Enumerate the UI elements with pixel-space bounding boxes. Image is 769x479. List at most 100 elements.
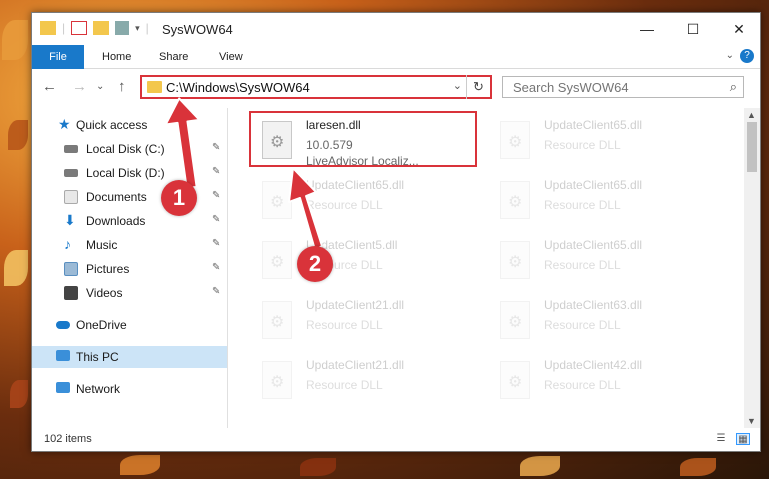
sidebar-item-downloads[interactable]: ⬇ Downloads ✎ [32,210,227,232]
folder-icon[interactable] [40,21,56,35]
downloads-icon: ⬇ [64,212,76,228]
file-version: 10.0.579 [306,138,353,152]
sidebar-item-quick-access[interactable]: ★ Quick access [32,114,227,136]
tab-share[interactable]: Share [149,45,198,69]
sidebar-item-label: Local Disk (C:) [86,142,165,156]
file-name: UpdateClient65.dll [544,178,643,192]
title-bar: | ▾ | SysWOW64 — ☐ ✕ [32,13,760,45]
file-item-laresen-dll[interactable]: laresen.dll 10.0.579 LiveAdvisor Localiz… [254,113,474,171]
pin-icon[interactable]: ✎ [212,142,220,153]
dll-file-icon [262,301,292,339]
file-name: UpdateClient42.dll [544,358,643,372]
dll-file-icon [262,361,292,399]
file-name: laresen.dll [306,118,361,132]
file-item[interactable]: UpdateClient65.dll Resource DLL [254,173,474,231]
details-view-button[interactable]: ☰ [714,433,728,445]
close-button[interactable]: ✕ [716,13,762,45]
forward-button[interactable]: → [72,78,87,95]
search-box[interactable]: ⌕ [502,76,744,98]
sidebar-item-local-disk-c[interactable]: Local Disk (C:) ✎ [32,138,227,160]
scroll-up-icon[interactable]: ▲ [747,110,756,120]
sidebar-item-pictures[interactable]: Pictures ✎ [32,258,227,280]
properties-icon[interactable] [71,21,88,35]
status-bar: 102 items ☰ ▦ [32,429,760,451]
file-name: UpdateClient65.dll [306,178,405,192]
file-item[interactable]: UpdateClient65.dll Resource DLL [492,233,712,291]
sidebar-item-this-pc[interactable]: This PC [32,346,227,368]
recent-locations-button[interactable]: ⌄ [96,81,104,92]
scrollbar-thumb[interactable] [747,122,757,172]
tab-home[interactable]: Home [92,45,141,69]
dll-file-icon [500,241,530,279]
pin-icon[interactable]: ✎ [212,214,220,225]
file-name: UpdateClient65.dll [544,118,643,132]
large-icons-view-button[interactable]: ▦ [736,433,750,445]
pin-icon[interactable]: ✎ [212,238,220,249]
chevron-down-icon[interactable]: ⌄ [453,79,462,92]
sidebar-item-label: Network [76,382,121,396]
file-item[interactable]: UpdateClient21.dll Resource DLL [254,293,474,351]
scroll-down-icon[interactable]: ▼ [747,416,756,426]
dll-file-icon [500,121,530,159]
search-input[interactable] [503,77,713,97]
pin-icon[interactable]: ✎ [212,166,220,177]
tab-view[interactable]: View [209,45,253,69]
dll-file-icon [262,241,292,279]
file-type: Resource DLL [544,258,621,272]
file-item[interactable]: UpdateClient65.dll Resource DLL [492,113,712,171]
navigation-bar: ← → ⌄ ↑ C:\Windows\SysWOW64 ⌄ ↻ ⌕ [32,70,760,104]
file-item[interactable]: UpdateClient63.dll Resource DLL [492,293,712,351]
sidebar-item-label: Videos [86,286,123,300]
pin-icon[interactable]: ✎ [212,286,220,297]
file-item[interactable]: UpdateClient65.dll Resource DLL [492,173,712,231]
sidebar-item-network[interactable]: Network [32,378,227,400]
sidebar-item-label: OneDrive [76,318,127,332]
address-path[interactable]: C:\Windows\SysWOW64 [166,80,310,95]
step-1-badge: 1 [161,180,197,216]
file-item[interactable]: UpdateClient5.dll Resource DLL [254,233,474,291]
pane-divider[interactable] [227,108,228,428]
address-bar[interactable]: C:\Windows\SysWOW64 ⌄ ↻ [140,75,492,99]
sidebar-item-music[interactable]: ♪ Music ✎ [32,234,227,256]
music-icon: ♪ [64,236,71,252]
navigation-pane: ★ Quick access Local Disk (C:) ✎ Local D… [32,108,227,428]
star-icon: ★ [58,116,71,132]
refresh-button[interactable]: ↻ [466,75,490,99]
sidebar-item-label: Local Disk (D:) [86,166,165,180]
sidebar-item-label: Pictures [86,262,130,276]
file-type: Resource DLL [306,378,383,392]
window-title: SysWOW64 [162,22,233,37]
file-item[interactable]: UpdateClient42.dll Resource DLL [492,353,712,411]
new-folder-icon[interactable] [93,21,110,35]
maximize-button[interactable]: ☐ [670,13,716,45]
file-type: Resource DLL [544,318,621,332]
minimize-button[interactable]: — [624,13,670,45]
documents-icon [64,190,78,204]
sidebar-item-label: Downloads [86,214,146,228]
file-name: UpdateClient21.dll [306,358,405,372]
videos-icon [64,286,78,300]
pin-icon[interactable]: ✎ [212,190,220,201]
file-item[interactable]: UpdateClient21.dll Resource DLL [254,353,474,411]
file-type: Resource DLL [544,138,621,152]
back-button[interactable]: ← [42,78,57,95]
expand-ribbon-icon[interactable]: ⌄ [726,50,734,61]
chevron-down-icon[interactable]: ▾ [135,23,140,34]
customize-toolbar-icon[interactable] [115,21,130,35]
search-icon[interactable]: ⌕ [730,79,737,95]
help-icon[interactable]: ? [740,49,754,63]
sidebar-item-label: Documents [86,190,147,204]
separator: | [145,21,149,35]
file-name: UpdateClient21.dll [306,298,405,312]
sidebar-item-onedrive[interactable]: OneDrive [32,314,227,336]
tab-file[interactable]: File [32,45,84,69]
dll-file-icon [262,181,292,219]
file-type: Resource DLL [544,378,621,392]
this-pc-icon [56,350,70,361]
up-button[interactable]: ↑ [118,78,126,95]
sidebar-item-videos[interactable]: Videos ✎ [32,282,227,304]
pin-icon[interactable]: ✎ [212,262,220,273]
sidebar-item-local-disk-d[interactable]: Local Disk (D:) ✎ [32,162,227,184]
sidebar-item-documents[interactable]: Documents ✎ [32,186,227,208]
vertical-scrollbar[interactable]: ▲ ▼ [744,108,760,428]
